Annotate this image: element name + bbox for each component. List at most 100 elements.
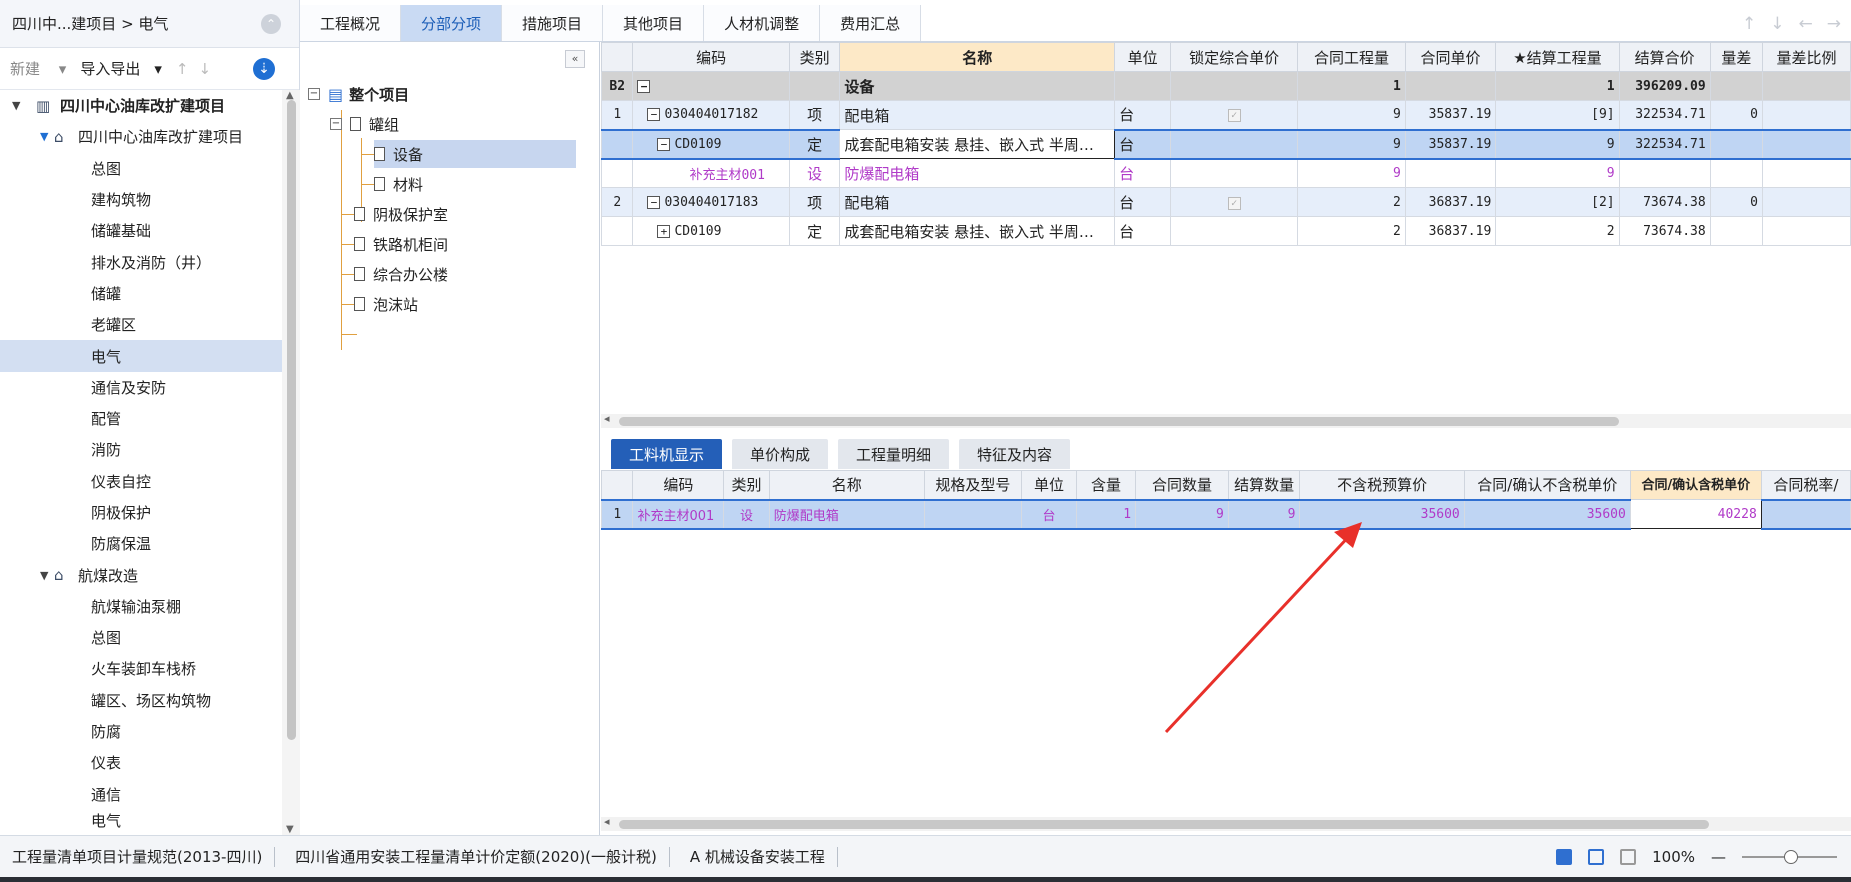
column-header[interactable]: 合同/确认不含税单价: [1463, 470, 1631, 500]
arrow-down-icon[interactable]: ↓: [1770, 14, 1784, 34]
sidebar-item[interactable]: 储罐基础: [0, 215, 282, 246]
price-cell[interactable]: 35837.19: [1404, 128, 1497, 160]
table-row[interactable]: 补充主材001 设 防爆配电箱 台 9 9: [601, 158, 1851, 188]
unit-cell[interactable]: 台: [1114, 216, 1172, 246]
name-cell-editing[interactable]: 成套配电箱安装 悬挂、嵌入式 半周…: [839, 129, 1116, 159]
settle-qty-cell[interactable]: 1: [1495, 71, 1620, 101]
unit-cell[interactable]: [1114, 71, 1172, 101]
scrollbar-thumb[interactable]: [287, 100, 296, 740]
scroll-left-icon[interactable]: ◂: [604, 412, 610, 425]
collapse-icon[interactable]: −: [647, 195, 661, 209]
table-row[interactable]: 1 −030404017182 项 配电箱 台 ✓ 9 35837.19 [9]…: [601, 100, 1851, 130]
tree-node-tank-group[interactable]: − 罐组: [330, 110, 399, 138]
name-cell[interactable]: 配电箱: [839, 100, 1116, 130]
column-header[interactable]: 编码: [632, 42, 790, 72]
tab-sections[interactable]: 分部分项: [401, 5, 503, 41]
lock-checkbox[interactable]: ✓: [1227, 196, 1241, 210]
scrollbar-thumb[interactable]: [619, 820, 1709, 829]
qty-cell[interactable]: 9: [1297, 100, 1406, 130]
column-header[interactable]: 合同数量: [1135, 470, 1229, 500]
column-header[interactable]: 名称: [768, 470, 925, 500]
diff-ratio-cell[interactable]: [1762, 128, 1851, 160]
type-cell[interactable]: 设: [788, 158, 841, 188]
settle-total-cell[interactable]: 322534.71: [1618, 128, 1711, 160]
horizontal-scrollbar-lower[interactable]: ◂: [601, 815, 1851, 831]
arrow-left-icon[interactable]: ←: [1799, 14, 1813, 34]
zoom-slider[interactable]: [1742, 849, 1837, 864]
sidebar-item[interactable]: 储罐: [0, 278, 282, 309]
quota-standard[interactable]: 四川省通用安装工程量清单计价定额(2020)(一般计税): [275, 846, 670, 867]
diff-ratio-cell[interactable]: [1762, 187, 1851, 217]
move-down-icon[interactable]: ↓: [198, 60, 211, 78]
column-header[interactable]: 编码: [632, 470, 725, 500]
tab-cost-summary[interactable]: 费用汇总: [820, 5, 922, 41]
tree-node-equipment[interactable]: 设备: [374, 140, 576, 168]
type-cell[interactable]: 项: [788, 187, 841, 217]
qty-cell[interactable]: 9: [1297, 128, 1406, 160]
tab-overview[interactable]: 工程概况: [300, 5, 402, 41]
sidebar-item[interactable]: 罐区、场区构筑物: [0, 685, 282, 716]
sidebar-item[interactable]: 航煤输油泵棚: [0, 591, 282, 622]
sidebar-item[interactable]: 防腐保温: [0, 528, 282, 559]
settle-total-cell[interactable]: 396209.09: [1618, 71, 1711, 101]
collapse-panel-icon[interactable]: «: [565, 50, 585, 68]
lock-cell[interactable]: [1170, 71, 1299, 101]
lock-cell[interactable]: [1170, 158, 1299, 188]
sidebar-item[interactable]: 通信: [0, 779, 282, 810]
sidebar-item[interactable]: 消防: [0, 434, 282, 465]
price-cell[interactable]: [1404, 71, 1497, 101]
code-cell[interactable]: + CD0109: [632, 216, 790, 246]
settle-total-cell[interactable]: [1618, 158, 1711, 188]
column-header[interactable]: 名称: [839, 42, 1116, 72]
type-cell[interactable]: [788, 71, 841, 101]
type-cell[interactable]: 定: [788, 216, 841, 246]
tab-resources[interactable]: 工料机显示: [611, 439, 723, 469]
sidebar-item[interactable]: 配管: [0, 403, 282, 434]
expand-icon[interactable]: +: [657, 224, 671, 238]
name-cell[interactable]: 配电箱: [839, 187, 1116, 217]
column-header[interactable]: 合同工程量: [1297, 42, 1406, 72]
unit-cell[interactable]: 台: [1114, 158, 1172, 188]
move-up-icon[interactable]: ↑: [176, 60, 189, 78]
lock-checkbox[interactable]: ✓: [1227, 109, 1241, 123]
settle-total-cell[interactable]: 73674.38: [1618, 216, 1711, 246]
settle-total-cell[interactable]: 73674.38: [1618, 187, 1711, 217]
sidebar-item[interactable]: 电气: [0, 810, 282, 830]
column-header[interactable]: 量差比例: [1762, 42, 1851, 72]
horizontal-scrollbar-upper[interactable]: ◂: [601, 412, 1851, 428]
column-header[interactable]: 结算合价: [1618, 42, 1711, 72]
qty-cell[interactable]: 9: [1297, 158, 1406, 188]
column-header[interactable]: 合同/确认含税单价: [1629, 470, 1762, 500]
tree-group-2[interactable]: ▼ ⌂ 航煤改造: [0, 559, 282, 590]
price-cell[interactable]: 36837.19: [1404, 187, 1497, 217]
expand-caret-icon[interactable]: ▼: [40, 569, 54, 582]
arrow-right-icon[interactable]: →: [1827, 14, 1841, 34]
sidebar-item[interactable]: 火车装卸车栈桥: [0, 653, 282, 684]
budget-price-cell[interactable]: 35600: [1299, 498, 1465, 530]
type-cell[interactable]: 项: [788, 100, 841, 130]
name-cell[interactable]: 防爆配电箱: [768, 498, 925, 530]
unit-cell[interactable]: 台: [1114, 100, 1172, 130]
split-vertical-icon[interactable]: [1620, 848, 1637, 865]
code-cell[interactable]: 补充主材001: [632, 158, 790, 188]
sidebar-item[interactable]: 仪表自控: [0, 466, 282, 497]
table-row-selected[interactable]: 1 补充主材001 设 防爆配电箱 台 1 9 9 35600 35600 40…: [601, 498, 1851, 530]
unit-cell[interactable]: 台: [1114, 187, 1172, 217]
qty-cell[interactable]: 2: [1297, 216, 1406, 246]
name-cell[interactable]: 成套配电箱安装 悬挂、嵌入式 半周…: [839, 216, 1116, 246]
scrollbar-thumb[interactable]: [619, 417, 1619, 426]
tab-measures[interactable]: 措施项目: [502, 5, 604, 41]
unit-cell[interactable]: 台: [1114, 128, 1172, 160]
table-row-selected[interactable]: − CD0109 定 成套配电箱安装 悬挂、嵌入式 半周… 台 9 35837.1…: [601, 128, 1851, 160]
settle-qty-cell[interactable]: [2]: [1495, 187, 1620, 217]
lock-cell[interactable]: ✓: [1170, 187, 1299, 217]
diff-ratio-cell[interactable]: [1762, 158, 1851, 188]
collapse-icon[interactable]: −: [647, 108, 661, 122]
specialty[interactable]: A 机械设备安装工程: [670, 846, 838, 867]
column-header[interactable]: 锁定综合单价: [1170, 42, 1299, 72]
collapse-up-icon[interactable]: ⌃: [261, 14, 281, 34]
vertical-scrollbar[interactable]: ▲ ▼: [282, 90, 300, 835]
settle-qty-cell[interactable]: [9]: [1495, 100, 1620, 130]
tax-rate-cell[interactable]: [1760, 498, 1851, 530]
tree-node-office[interactable]: 综合办公楼: [354, 260, 448, 288]
